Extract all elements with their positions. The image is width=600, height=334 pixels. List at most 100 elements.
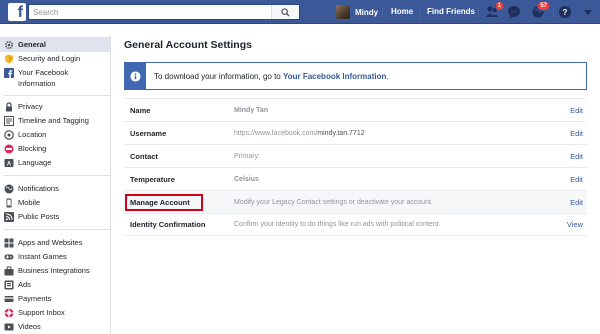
videos-icon — [4, 322, 14, 332]
sidebar-item-label: Notifications — [18, 184, 59, 193]
settings-row-manage-account[interactable]: Manage Account Modify your Legacy Contac… — [124, 190, 587, 213]
sidebar-item-label: Privacy — [18, 102, 43, 111]
search-icon — [281, 7, 290, 17]
games-icon — [4, 252, 14, 262]
your-facebook-information-link[interactable]: Your Facebook Information — [283, 72, 386, 81]
settings-row-name[interactable]: Name Mindy Tan Edit — [124, 98, 587, 121]
nav-divider — [382, 6, 383, 18]
edit-username-link[interactable]: Edit — [570, 129, 583, 138]
gear-icon — [4, 40, 14, 50]
messages-button[interactable] — [506, 4, 522, 20]
sidebar-item-label: Videos — [18, 322, 41, 331]
download-info-banner: To download your information, go to Your… — [124, 62, 587, 90]
sidebar-item-label: Mobile — [18, 198, 41, 207]
sidebar-item-label: Public Posts — [18, 212, 60, 221]
view-identity-confirmation-link[interactable]: View — [567, 220, 583, 229]
sidebar-item-payments[interactable]: Payments — [0, 293, 110, 306]
row-value: Celsius — [234, 176, 259, 183]
account-menu-button[interactable] — [580, 4, 596, 20]
sidebar-divider — [4, 229, 110, 230]
help-icon: ? — [559, 6, 571, 18]
rss-icon — [4, 212, 14, 222]
search-input[interactable] — [29, 5, 269, 19]
settings-sidebar: General Security and Login Your Facebook… — [0, 36, 111, 334]
avatar — [336, 5, 350, 19]
sidebar-item-instant-games[interactable]: Instant Games — [0, 251, 110, 264]
sidebar-item-label: Business Integrations — [18, 266, 90, 275]
name-value: Mindy Tan — [234, 106, 269, 114]
sidebar-item-label: Instant Games — [18, 252, 67, 261]
profile-link[interactable]: Mindy — [336, 4, 378, 20]
payments-icon — [4, 294, 14, 304]
sidebar-divider — [4, 95, 110, 96]
settings-row-contact[interactable]: Contact Primary: Edit — [124, 144, 587, 167]
sidebar-item-apps-and-websites[interactable]: Apps and Websites — [0, 237, 110, 250]
messenger-icon — [508, 6, 520, 19]
shield-icon — [4, 54, 14, 64]
sidebar-item-security[interactable]: Security and Login — [0, 53, 110, 66]
find-friends-link[interactable]: Find Friends — [427, 4, 475, 20]
sidebar-item-label: Your Facebook Information — [18, 68, 69, 88]
settings-row-identity-confirmation[interactable]: Identity Confirmation Confirm your ident… — [124, 213, 587, 236]
info-message-end: . — [386, 71, 389, 81]
sidebar-item-timeline-and-tagging[interactable]: Timeline and Tagging — [0, 115, 110, 128]
home-link[interactable]: Home — [391, 4, 413, 20]
row-label: Name — [130, 105, 151, 115]
row-value: Confirm your identity to do things like … — [234, 221, 441, 228]
info-icon — [130, 70, 141, 82]
edit-temperature-link[interactable]: Edit — [570, 175, 583, 184]
sidebar-item-public-posts[interactable]: Public Posts — [0, 211, 110, 224]
notifications-button[interactable]: 57 — [530, 1, 550, 20]
info-message: To download your information, go to Your… — [146, 72, 389, 81]
sidebar-item-general[interactable]: General — [0, 37, 110, 52]
edit-manage-account-link[interactable]: Edit — [570, 198, 583, 207]
timeline-icon — [4, 116, 14, 126]
sidebar-item-label: Support Inbox — [18, 308, 65, 317]
sidebar-item-mobile[interactable]: Mobile — [0, 197, 110, 210]
friend-requests-button[interactable]: 1 — [484, 1, 504, 20]
settings-row-username[interactable]: Username https://www.facebook.com/mindy.… — [124, 121, 587, 144]
sidebar-item-privacy[interactable]: Privacy — [0, 101, 110, 114]
row-value: https://www.facebook.com/mindy.tan.7712 — [234, 130, 365, 137]
sidebar-item-label: Timeline and Tagging — [18, 116, 89, 125]
username-url-prefix: https://www.facebook.com/ — [234, 129, 318, 137]
search-box — [28, 4, 300, 20]
sidebar-item-business-integrations[interactable]: Business Integrations — [0, 265, 110, 278]
search-button[interactable] — [271, 5, 299, 19]
blocking-icon — [4, 144, 14, 154]
row-value: Modify your Legacy Contact settings or d… — [234, 198, 433, 206]
row-value: Mindy Tan — [234, 107, 268, 114]
sidebar-item-notifications[interactable]: Notifications — [0, 183, 110, 196]
nav-divider — [478, 6, 479, 18]
facebook-icon — [4, 68, 14, 78]
lock-icon — [4, 102, 14, 112]
edit-name-link[interactable]: Edit — [570, 106, 583, 115]
sidebar-item-your-facebook-information[interactable]: Your Facebook Information — [0, 67, 110, 91]
globe-icon — [4, 184, 14, 194]
sidebar-item-videos[interactable]: Videos — [0, 321, 110, 334]
page-title: General Account Settings — [124, 39, 252, 51]
facebook-logo[interactable]: f — [8, 3, 26, 21]
row-label: Identity Confirmation — [130, 220, 206, 229]
svg-text:A: A — [7, 162, 12, 168]
settings-row-temperature[interactable]: Temperature Celsius Edit — [124, 167, 587, 190]
edit-contact-link[interactable]: Edit — [570, 152, 583, 161]
row-label: Username — [130, 128, 167, 138]
business-icon — [4, 266, 14, 276]
info-message-text: To download your information, go to — [154, 71, 283, 81]
sidebar-item-location[interactable]: Location — [0, 129, 110, 142]
sidebar-item-label: Language — [18, 158, 52, 167]
sidebar-item-label: Location — [18, 130, 47, 139]
language-icon: A — [4, 158, 14, 168]
sidebar-item-ads[interactable]: Ads — [0, 279, 110, 292]
settings-table: Name Mindy Tan Edit Username https://www… — [124, 98, 587, 236]
row-label: Contact — [130, 151, 158, 161]
sidebar-item-language[interactable]: A Language — [0, 157, 110, 170]
sidebar-item-label: Ads — [18, 280, 31, 289]
top-navigation-bar: f Mindy Home Find Friends 1 — [0, 0, 600, 24]
sidebar-item-blocking[interactable]: Blocking — [0, 143, 110, 156]
nav-divider — [553, 6, 554, 18]
sidebar-item-support-inbox[interactable]: Support Inbox — [0, 307, 110, 320]
quick-help-button[interactable]: ? — [557, 4, 573, 20]
caret-down-icon — [584, 10, 592, 15]
